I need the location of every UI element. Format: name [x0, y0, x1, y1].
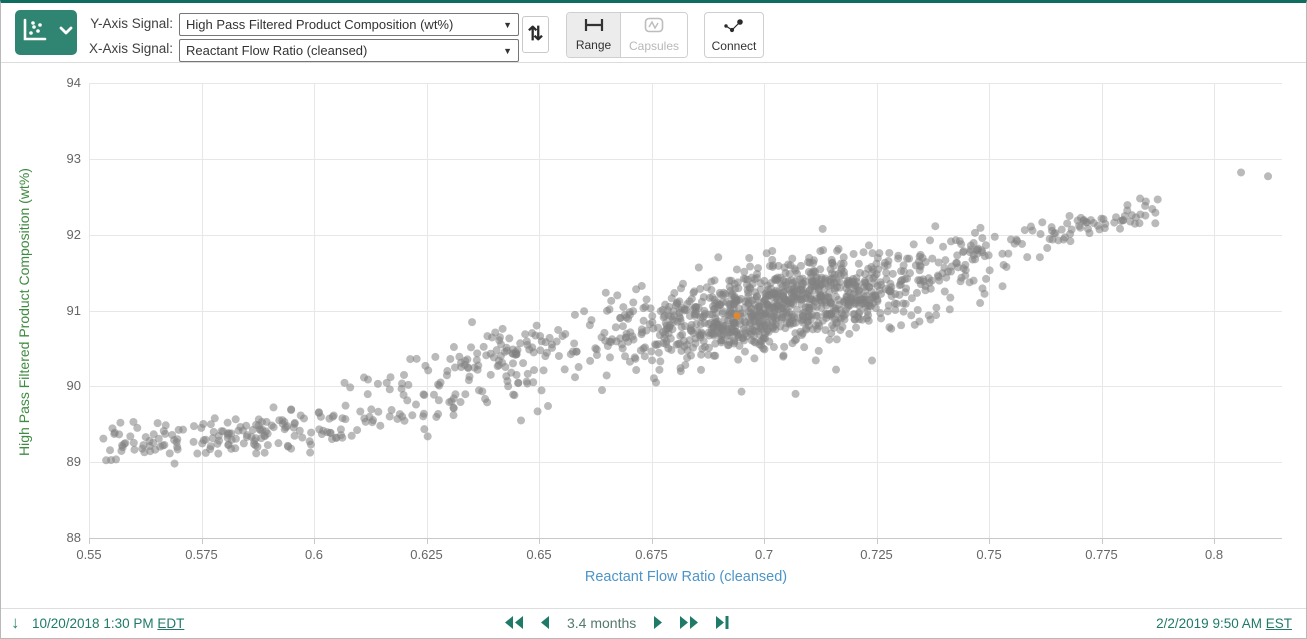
chart-type-button[interactable]	[15, 10, 77, 55]
x-tick-label: 0.55	[76, 547, 101, 562]
capsules-icon	[644, 17, 664, 36]
scatter-plot-tool-window: Y-Axis Signal: X-Axis Signal: High Pass …	[0, 0, 1307, 639]
x-tick-label: 0.575	[185, 547, 218, 562]
y-axis-title: High Pass Filtered Product Composition (…	[16, 157, 32, 467]
range-toggle-button[interactable]: Range	[567, 13, 621, 57]
range-start-arrow-icon: ↓	[11, 613, 20, 633]
range-toggle-label: Range	[576, 38, 611, 52]
toolbar: Y-Axis Signal: X-Axis Signal: High Pass …	[1, 3, 1306, 63]
x-tick-label: 0.6	[305, 547, 323, 562]
display-range-duration[interactable]: 3.4 months	[563, 615, 640, 631]
x-tick-label: 0.675	[635, 547, 668, 562]
x-axis-signal-select[interactable]: Reactant Flow Ratio (cleansed) ▼	[179, 39, 519, 62]
x-axis-signal-value: Reactant Flow Ratio (cleansed)	[186, 43, 367, 58]
view-toggle-group: Range Capsules	[566, 12, 688, 58]
chevron-down-icon	[59, 17, 73, 48]
step-back-button[interactable]	[537, 613, 553, 632]
y-tick-label: 94	[37, 75, 81, 90]
y-tick-label: 91	[37, 303, 81, 318]
y-tick-label: 92	[37, 227, 81, 242]
connect-button-label: Connect	[712, 39, 757, 53]
range-icon	[583, 18, 605, 35]
y-axis-signal-label: Y-Axis Signal:	[73, 16, 173, 31]
x-tick-label: 0.625	[410, 547, 443, 562]
x-tick-label: 0.8	[1205, 547, 1223, 562]
x-axis-signal-label: X-Axis Signal:	[73, 41, 173, 56]
scatter-chart: High Pass Filtered Product Composition (…	[1, 64, 1306, 608]
y-axis-signal-value: High Pass Filtered Product Composition (…	[186, 17, 453, 32]
x-tick-label: 0.65	[526, 547, 551, 562]
y-tick-label: 88	[37, 530, 81, 545]
connect-icon	[722, 18, 746, 36]
x-tick-label: 0.775	[1085, 547, 1118, 562]
range-end-timezone[interactable]: EST	[1266, 616, 1292, 631]
range-end-timestamp[interactable]: 2/2/2019 9:50 AM EST	[1156, 616, 1292, 631]
step-forward-fast-button[interactable]	[676, 613, 702, 632]
step-forward-button[interactable]	[650, 613, 666, 632]
capsules-toggle-label: Capsules	[629, 39, 679, 53]
range-start-timestamp[interactable]: 10/20/2018 1:30 PM EDT	[32, 616, 184, 631]
dropdown-caret-icon: ▼	[503, 20, 512, 30]
scatter-canvas[interactable]	[89, 83, 1282, 546]
x-tick-label: 0.7	[755, 547, 773, 562]
capsules-toggle-button[interactable]: Capsules	[621, 13, 687, 57]
y-tick-label: 93	[37, 151, 81, 166]
step-back-fast-button[interactable]	[501, 613, 527, 632]
range-end-datetime: 2/2/2019 9:50 AM	[1156, 616, 1266, 631]
scatter-plot-icon	[19, 17, 59, 48]
swap-axes-icon: ⇅	[528, 24, 544, 45]
step-to-end-button[interactable]	[712, 613, 732, 632]
y-tick-label: 90	[37, 378, 81, 393]
swap-axes-button[interactable]: ⇅	[522, 16, 549, 53]
range-start-datetime: 10/20/2018 1:30 PM	[32, 616, 157, 631]
connect-button[interactable]: Connect	[704, 12, 764, 58]
x-axis-title: Reactant Flow Ratio (cleansed)	[381, 569, 991, 585]
y-axis-signal-select[interactable]: High Pass Filtered Product Composition (…	[179, 13, 519, 36]
x-tick-label: 0.75	[976, 547, 1001, 562]
x-tick-label: 0.725	[860, 547, 893, 562]
range-start-timezone[interactable]: EDT	[157, 616, 184, 631]
footer-time-bar: ↓ 10/20/2018 1:30 PM EDT 3.4 months 2/2/…	[1, 608, 1306, 639]
y-tick-label: 89	[37, 454, 81, 469]
time-navigation: 3.4 months	[501, 613, 732, 632]
dropdown-caret-icon: ▼	[503, 46, 512, 56]
